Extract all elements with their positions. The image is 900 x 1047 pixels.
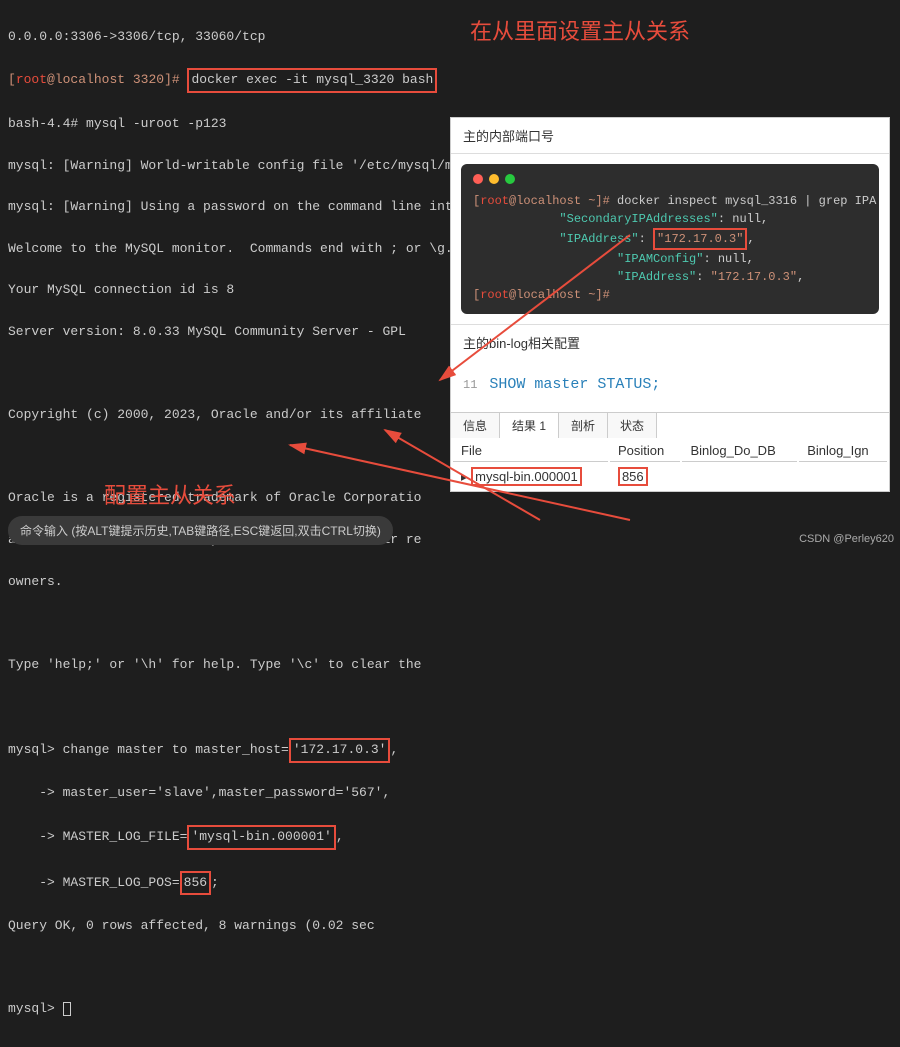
col-position[interactable]: Position (610, 440, 681, 462)
annotation-top: 在从里面设置主从关系 (470, 14, 690, 46)
line-docker-exec: [root@localhost 3320]# docker exec -it m… (8, 68, 892, 93)
tab-status[interactable]: 状态 (608, 413, 657, 438)
line: owners. (8, 572, 892, 593)
cursor (63, 1002, 71, 1016)
input-hint: 命令输入 (按ALT键提示历史,TAB键路径,ESC键返回,双击CTRL切换) (8, 516, 393, 545)
line (8, 613, 892, 634)
line-log-file: -> MASTER_LOG_FILE='mysql-bin.000001', (8, 825, 892, 850)
line-log-pos: -> MASTER_LOG_POS=856; (8, 871, 892, 896)
col-binlog-do[interactable]: Binlog_Do_DB (682, 440, 797, 462)
highlight-pos-cell: 856 (618, 467, 648, 486)
panel-header-port: 主的内部端口号 (451, 118, 889, 154)
col-file[interactable]: File (453, 440, 608, 462)
result-tabs: 信息 结果 1 剖析 状态 (451, 412, 889, 438)
line (8, 958, 892, 979)
watermark: CSDN @Perley620 (799, 533, 894, 545)
line (8, 696, 892, 717)
line-change-master: mysql> change master to master_host='172… (8, 738, 892, 763)
sql-editor[interactable]: 11 SHOW master STATUS; (451, 360, 889, 412)
line: Query OK, 0 rows affected, 8 warnings (0… (8, 916, 892, 937)
highlight-ip: "172.17.0.3" (653, 228, 747, 250)
line-number: 11 (463, 378, 477, 392)
highlight-log-file: 'mysql-bin.000001' (187, 825, 335, 850)
table-row[interactable]: ▸ mysql-bin.000001 856 (453, 464, 887, 489)
line: -> master_user='slave',master_password='… (8, 783, 892, 804)
panel-header-binlog: 主的bin-log相关配置 (451, 324, 889, 360)
tab-profile[interactable]: 剖析 (559, 413, 608, 438)
highlight-docker-exec: docker exec -it mysql_3320 bash (187, 68, 437, 93)
col-binlog-ign[interactable]: Binlog_Ign (799, 440, 887, 462)
inner-line: [root@localhost ~]# docker inspect mysql… (473, 192, 867, 210)
sql-statement: SHOW master STATUS; (489, 376, 660, 393)
overlay-panel: 主的内部端口号 [root@localhost ~]# docker inspe… (450, 117, 890, 492)
result-table: File Position Binlog_Do_DB Binlog_Ign ▸ … (451, 438, 889, 491)
inner-line: "IPAddress": "172.17.0.3", (473, 228, 867, 250)
highlight-file-cell: mysql-bin.000001 (471, 467, 582, 486)
highlight-master-host: '172.17.0.3' (289, 738, 391, 763)
window-dots (473, 174, 867, 184)
inner-line: "SecondaryIPAddresses": null, (473, 210, 867, 228)
close-dot-icon[interactable] (473, 174, 483, 184)
inner-line: "IPAMConfig": null, (473, 250, 867, 268)
line: 0.0.0.0:3306->3306/tcp, 33060/tcp (8, 27, 892, 48)
maximize-dot-icon[interactable] (505, 174, 515, 184)
inner-line: "IPAddress": "172.17.0.3", (473, 268, 867, 286)
minimize-dot-icon[interactable] (489, 174, 499, 184)
annotation-bottom: 配置主从关系 (104, 478, 236, 510)
tab-result1[interactable]: 结果 1 (500, 413, 559, 438)
line: Type 'help;' or '\h' for help. Type '\c'… (8, 655, 892, 676)
inner-terminal: [root@localhost ~]# docker inspect mysql… (461, 164, 879, 314)
line-prompt: mysql> (8, 999, 892, 1020)
inner-line: [root@localhost ~]# (473, 286, 867, 304)
tab-info[interactable]: 信息 (451, 413, 500, 438)
highlight-log-pos: 856 (180, 871, 211, 896)
